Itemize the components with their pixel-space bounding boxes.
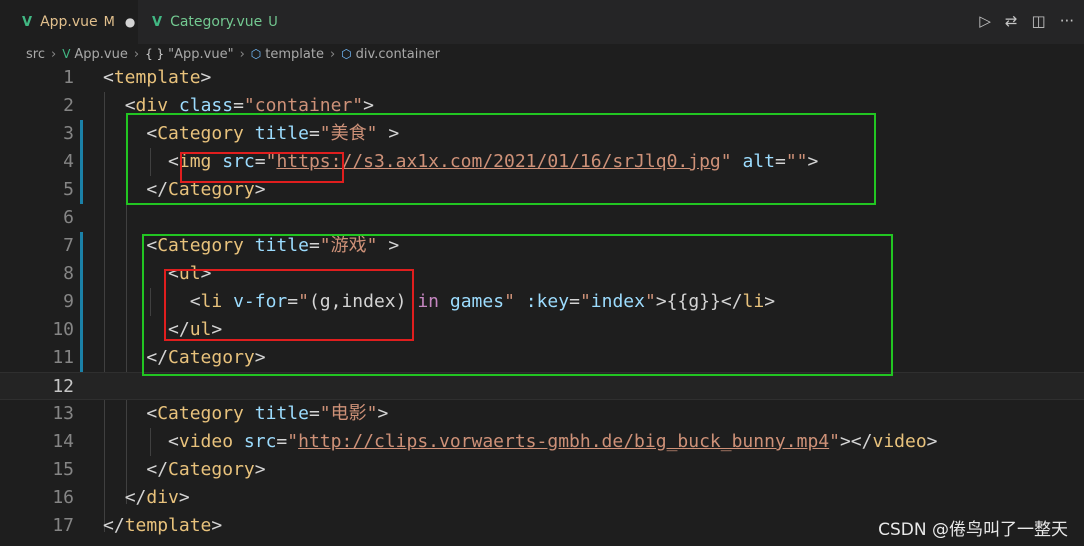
code-line: 13 <Category title="电影">: [0, 400, 1084, 428]
braces-icon: { }: [145, 47, 165, 61]
annotation-box-red: [164, 269, 414, 341]
line-number: 13: [52, 403, 74, 424]
line-number: 12: [52, 376, 74, 397]
code-text: <Category title="电影">: [146, 403, 389, 424]
element-cube-icon: ⬡: [341, 47, 352, 61]
tab-git-status: U: [268, 14, 278, 30]
code-text: <video src="http://clips.vorwaerts-gmbh.…: [168, 431, 938, 452]
line-number: 4: [63, 151, 74, 172]
code-line: 15 </Category>: [0, 456, 1084, 484]
line-number: 17: [52, 515, 74, 536]
tab-label: App.vue: [40, 14, 98, 30]
tab-app-vue[interactable]: V App.vue M ●: [0, 0, 138, 44]
code-text: </div>: [124, 487, 190, 508]
breadcrumb: src › V App.vue › { } "App.vue" › ⬡ templat…: [0, 44, 1084, 64]
line-number: 10: [52, 319, 74, 340]
chevron-right-icon: ›: [133, 46, 140, 62]
chevron-right-icon: ›: [239, 46, 245, 62]
vue-file-icon: V: [152, 14, 163, 30]
chevron-right-icon: ›: [329, 46, 336, 62]
line-number: 15: [52, 459, 74, 480]
breadcrumb-module[interactable]: { } "App.vue": [145, 47, 234, 62]
unsaved-dot-icon[interactable]: ●: [125, 15, 135, 29]
watermark: CSDN @倦鸟叫了一整天: [878, 520, 1068, 540]
code-line: 16 </div>: [0, 484, 1084, 512]
line-number: 9: [63, 291, 74, 312]
line-number: 1: [63, 67, 74, 88]
element-cube-icon: ⬡: [250, 47, 262, 61]
breadcrumb-src[interactable]: src: [26, 47, 45, 62]
breadcrumb-template[interactable]: ⬡ template: [251, 47, 324, 62]
line-number: 7: [63, 235, 74, 256]
vue-file-icon: V: [62, 47, 71, 61]
run-icon[interactable]: ▷: [979, 12, 991, 30]
line-number: 11: [52, 347, 74, 368]
code-line: 1 <template>: [0, 64, 1084, 92]
code-editor[interactable]: 1 <template> 2 <div class="container"> 3…: [0, 64, 1084, 546]
more-actions-icon[interactable]: ···: [1060, 12, 1074, 30]
code-text: </template>: [103, 515, 223, 536]
code-line: 6: [0, 204, 1084, 232]
line-number: 8: [63, 263, 74, 284]
line-number: 6: [63, 207, 74, 228]
editor-actions: ▷ ⇄ ◫ ···: [979, 12, 1074, 30]
compare-changes-icon[interactable]: ⇄: [1005, 12, 1018, 30]
chevron-right-icon: ›: [50, 46, 57, 62]
vue-file-icon: V: [22, 14, 33, 30]
tab-git-status: M: [103, 14, 115, 30]
tab-category-vue[interactable]: V Category.vue U: [138, 0, 278, 44]
breadcrumb-div-container[interactable]: ⬡ div.container: [341, 47, 440, 62]
annotation-box-red: [180, 152, 344, 183]
tab-label: Category.vue: [170, 14, 263, 30]
line-number: 5: [63, 179, 74, 200]
code-line: 14 <video src="http://clips.vorwaerts-gm…: [0, 428, 1084, 456]
code-text: <template>: [103, 67, 212, 88]
line-number: 14: [52, 431, 74, 452]
split-editor-icon[interactable]: ◫: [1032, 12, 1046, 30]
line-number: 16: [52, 487, 74, 508]
code-text: </Category>: [146, 459, 266, 480]
line-number: 2: [63, 95, 74, 116]
tab-bar: V App.vue M ● V Category.vue U ▷ ⇄ ◫ ···: [0, 0, 1084, 44]
current-code-line[interactable]: 12: [0, 372, 1084, 400]
breadcrumb-file[interactable]: V App.vue: [62, 47, 128, 62]
line-number: 3: [63, 123, 74, 144]
